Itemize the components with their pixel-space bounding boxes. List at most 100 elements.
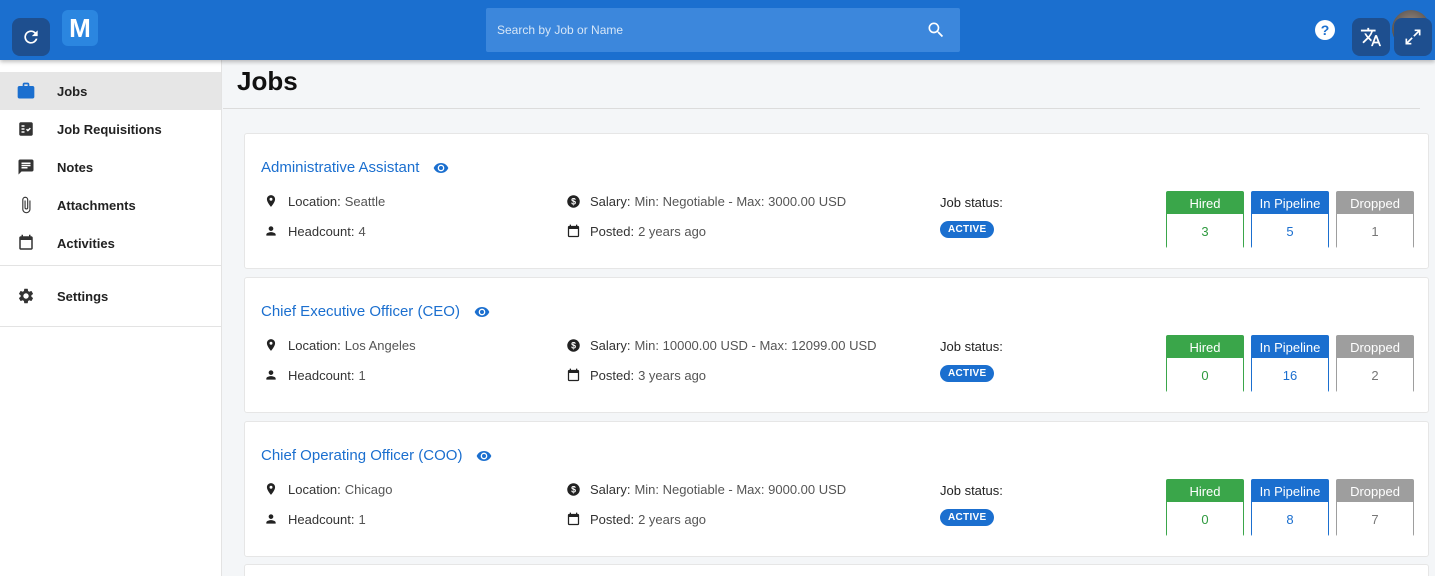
sidebar-item-job-requisitions[interactable]: Job Requisitions [0,110,221,148]
eye-icon[interactable] [476,448,492,464]
dropped-count-button[interactable]: Dropped 7 [1336,479,1414,537]
eye-icon[interactable] [474,304,490,320]
job-salary: $ Salary: Min: 10000.00 USD - Max: 12099… [565,337,877,353]
job-salary: $ Salary: Min: Negotiable - Max: 3000.00… [565,193,846,209]
calendar-icon [565,511,581,527]
headcount-label: Headcount: [288,367,355,383]
sidebar-item-label: Activities [57,235,115,251]
eye-icon[interactable] [433,160,449,176]
job-posted: Posted: 3 years ago [565,367,706,383]
posted-label: Posted: [590,511,635,527]
dollar-circle-icon: $ [565,481,581,497]
headcount-label: Headcount: [288,223,355,239]
job-status-label: Job status: [940,195,1003,210]
job-headcount: Headcount: 1 [263,511,366,527]
dropped-label: Dropped [1337,480,1413,502]
hired-value: 0 [1167,358,1243,393]
hired-count-button[interactable]: Hired 0 [1166,335,1244,393]
job-status-label: Job status: [940,339,1003,354]
search-icon[interactable] [926,20,946,45]
job-posted: Posted: 2 years ago [565,511,706,527]
in-pipeline-count-button[interactable]: In Pipeline 5 [1251,191,1329,249]
job-posted: Posted: 2 years ago [565,223,706,239]
page-title: Jobs [237,66,298,96]
hired-value: 3 [1167,214,1243,249]
job-title: Chief Operating Officer (COO) [261,447,463,464]
help-button[interactable]: ? [1315,20,1335,40]
hired-count-button[interactable]: Hired 3 [1166,191,1244,249]
job-location: Location: Los Angeles [263,337,416,353]
checklist-icon [16,119,36,139]
search-input[interactable] [486,8,960,52]
paperclip-icon [16,195,36,215]
person-icon [263,223,279,239]
job-title-link[interactable]: Administrative Assistant [261,159,449,176]
svg-text:$: $ [571,196,576,206]
dropped-value: 1 [1337,214,1413,249]
job-title: Chief Executive Officer (CEO) [261,303,460,320]
job-headcount: Headcount: 4 [263,223,366,239]
salary-value: Min: 10000.00 USD - Max: 12099.00 USD [634,337,877,353]
in-pipeline-label: In Pipeline [1252,192,1328,214]
sidebar-item-attachments[interactable]: Attachments [0,186,221,224]
svg-text:$: $ [571,484,576,494]
job-status-label: Job status: [940,483,1003,498]
sidebar-item-label: Notes [57,159,94,175]
job-salary: $ Salary: Min: Negotiable - Max: 9000.00… [565,481,846,497]
in-pipeline-label: In Pipeline [1252,480,1328,502]
job-card: Administrative Assistant Location: Seatt… [244,133,1429,269]
dropped-value: 2 [1337,358,1413,393]
posted-value: 2 years ago [638,223,707,239]
dropped-label: Dropped [1337,192,1413,214]
help-icon: ? [1320,22,1330,38]
expand-icon [1405,29,1421,45]
in-pipeline-count-button[interactable]: In Pipeline 8 [1251,479,1329,537]
posted-value: 3 years ago [638,367,707,383]
sidebar-item-activities[interactable]: Activities [0,224,221,262]
location-value: Seattle [344,193,386,209]
job-location: Location: Seattle [263,193,385,209]
status-badge: ACTIVE [940,509,995,526]
in-pipeline-value: 5 [1252,214,1328,249]
salary-label: Salary: [590,481,631,497]
refresh-icon [24,30,38,44]
job-headcount: Headcount: 1 [263,367,366,383]
sidebar-item-label: Job Requisitions [57,121,162,137]
sidebar-item-notes[interactable]: Notes [0,148,221,186]
location-value: Chicago [344,481,393,497]
sidebar-item-label: Settings [57,288,109,304]
app-logo[interactable]: M [62,10,98,46]
hired-label: Hired [1167,336,1243,358]
in-pipeline-value: 16 [1252,358,1328,393]
location-pin-icon [263,193,279,209]
calendar-icon [16,233,36,253]
dropped-count-button[interactable]: Dropped 1 [1336,191,1414,249]
hired-label: Hired [1167,192,1243,214]
job-title-link[interactable]: Chief Operating Officer (COO) [261,447,492,464]
expand-button[interactable] [1394,18,1432,56]
hired-label: Hired [1167,480,1243,502]
note-icon [16,157,36,177]
location-pin-icon [263,337,279,353]
sidebar: Jobs Job Requisitions Notes Attachments … [0,60,222,576]
search-bar [486,8,960,52]
posted-value: 2 years ago [638,511,707,527]
headcount-value: 1 [358,367,366,383]
calendar-icon [565,367,581,383]
hired-count-button[interactable]: Hired 0 [1166,479,1244,537]
calendar-icon [565,223,581,239]
in-pipeline-count-button[interactable]: In Pipeline 16 [1251,335,1329,393]
location-label: Location: [288,337,341,353]
translate-icon [1360,27,1382,47]
dropped-label: Dropped [1337,336,1413,358]
dropped-count-button[interactable]: Dropped 2 [1336,335,1414,393]
page-header: Jobs [223,60,1420,109]
job-title-link[interactable]: Chief Executive Officer (CEO) [261,303,490,320]
sidebar-item-settings[interactable]: Settings [0,277,221,315]
headcount-label: Headcount: [288,511,355,527]
sidebar-item-jobs[interactable]: Jobs [0,72,221,110]
gear-icon [16,286,36,306]
translate-button[interactable] [1352,18,1390,56]
posted-label: Posted: [590,223,635,239]
refresh-button[interactable] [12,18,50,56]
